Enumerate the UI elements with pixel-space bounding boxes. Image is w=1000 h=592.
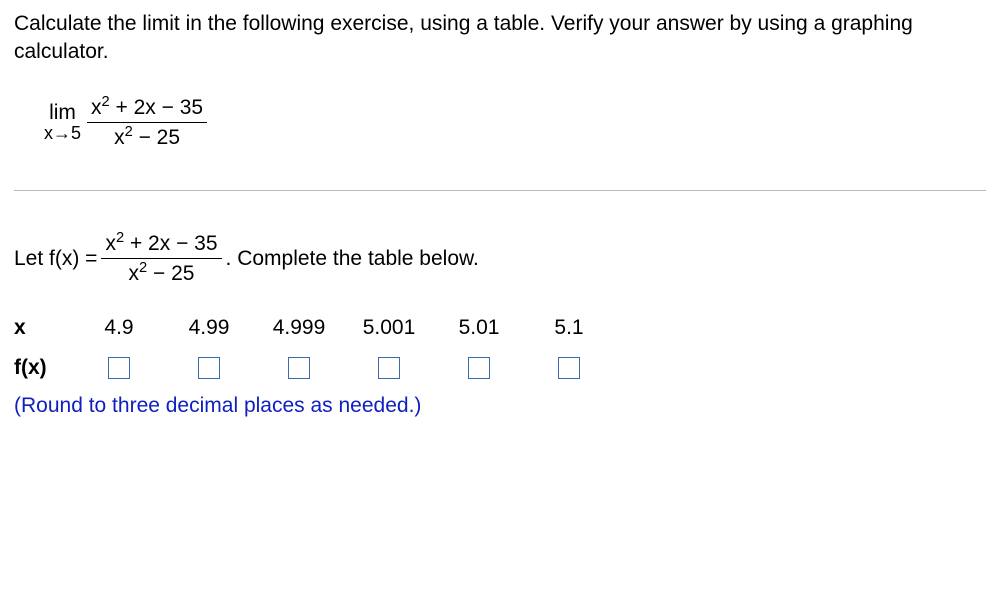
fx-input-2[interactable] [288, 357, 310, 379]
let-suffix: . Complete the table below. [226, 247, 479, 271]
problem-instruction: Calculate the limit in the following exe… [14, 10, 986, 67]
values-table: x 4.9 4.99 4.999 5.001 5.01 5.1 f(x) [14, 316, 986, 380]
fx-input-4[interactable] [468, 357, 490, 379]
function-definition: Let f(x) = x2 + 2x − 35 x2 − 25 . Comple… [14, 231, 986, 286]
x-value-4: 5.01 [434, 316, 524, 340]
rounding-note: (Round to three decimal places as needed… [14, 394, 986, 418]
let-prefix: Let f(x) = [14, 247, 97, 271]
x-value-5: 5.1 [524, 316, 614, 340]
x-value-3: 5.001 [344, 316, 434, 340]
fx-denominator: x2 − 25 [125, 261, 199, 286]
fx-input-1[interactable] [198, 357, 220, 379]
fx-row-label: f(x) [14, 356, 74, 380]
lim-word: lim [49, 101, 76, 124]
lim-approach: x→5 [44, 124, 81, 144]
fx-input-5[interactable] [558, 357, 580, 379]
limit-fraction: x2 + 2x − 35 x2 − 25 [87, 95, 207, 150]
limit-numerator: x2 + 2x − 35 [87, 95, 207, 120]
x-value-2: 4.999 [254, 316, 344, 340]
limit-expression: lim x→5 x2 + 2x − 35 x2 − 25 [44, 95, 207, 150]
x-value-0: 4.9 [74, 316, 164, 340]
fx-input-3[interactable] [378, 357, 400, 379]
limit-denominator: x2 − 25 [110, 125, 184, 150]
section-divider [14, 190, 986, 191]
fx-input-0[interactable] [108, 357, 130, 379]
fx-numerator: x2 + 2x − 35 [101, 231, 221, 256]
x-value-1: 4.99 [164, 316, 254, 340]
fx-fraction: x2 + 2x − 35 x2 − 25 [101, 231, 221, 286]
x-row-label: x [14, 316, 74, 340]
